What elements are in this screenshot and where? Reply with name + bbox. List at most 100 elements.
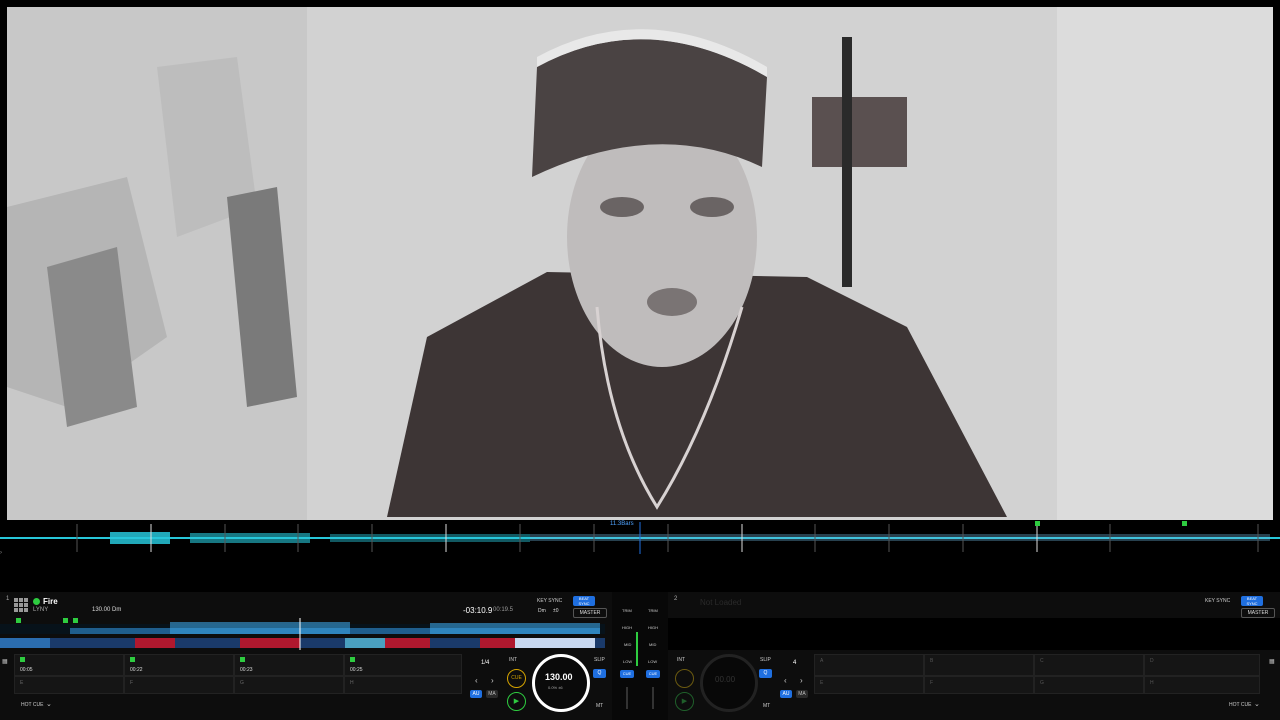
chevron-down-icon[interactable]: ⌄ [1254,700,1260,708]
slip-button[interactable]: SLIP [594,657,605,663]
auto-loop-button[interactable]: AU [780,690,792,698]
int-dropdown[interactable]: INT [677,657,685,663]
hot-cue-letter: E [20,680,24,686]
hot-cue-letter: D [1150,658,1154,664]
key-shift[interactable]: ±0 [553,608,559,614]
manual-loop-button[interactable]: MA [796,690,808,698]
hot-cue-pad-g[interactable]: G [1034,676,1144,694]
hot-cue-time: 00:22 [130,667,143,673]
cue-button[interactable] [675,669,694,688]
hot-cue-pad-b[interactable]: 00:22 [124,654,234,676]
hot-cue-pad-a[interactable]: 00:05 [14,654,124,676]
channel-2-fader[interactable] [652,687,654,709]
quantize-button[interactable]: Q [759,669,772,678]
hot-cue-pad-b[interactable]: B [924,654,1034,676]
hot-cue-mode-dropdown[interactable]: HOT CUE [21,702,43,708]
hot-cue-pad-g[interactable]: G [234,676,344,694]
hot-cue-pad-c[interactable]: 00:23 [234,654,344,676]
loop-size[interactable]: 1/4 [481,660,489,666]
loop-double-icon[interactable]: › [491,676,494,685]
hot-cue-letter: C [1040,658,1044,664]
expand-arrow-icon[interactable]: › [0,550,2,556]
key-value: Dm [538,608,546,614]
waveform-cue-marker[interactable] [16,618,21,623]
master-button[interactable]: MASTER [1241,608,1275,618]
hot-cue-letter: F [930,680,934,686]
beat-sync-button[interactable]: BEAT SYNC [573,596,595,606]
hot-cue-pad-f[interactable]: F [924,676,1034,694]
channel-1-fader[interactable] [626,687,628,709]
hot-cue-letter: B [930,658,934,664]
chevron-down-icon[interactable]: ⌄ [46,700,52,708]
time-remaining: -03:10.9 [463,606,493,615]
hot-cue-time: 00:25 [350,667,363,673]
channel-1-cue-button[interactable]: CUE [620,670,634,678]
hot-cue-pad-c[interactable]: C [1034,654,1144,676]
overview-cue-marker[interactable] [1035,521,1040,526]
hot-cue-pad-h[interactable]: H [344,676,462,694]
hot-cue-pad-a[interactable]: A [814,654,924,676]
manual-loop-button[interactable]: MA [486,690,498,698]
loop-double-icon[interactable]: › [800,676,803,685]
pitch-display: 0.0% ±6 [548,685,563,690]
int-dropdown[interactable]: INT [509,657,517,663]
low-label: LOW [648,659,658,664]
pads-grid-icon[interactable]: ▦ [1269,658,1275,665]
master-tempo-button[interactable]: MT [763,703,770,709]
hot-cue-pad-d[interactable]: 00:25 [344,654,462,676]
hot-cue-time: 00:05 [20,667,33,673]
waveform-cue-marker[interactable] [63,618,68,623]
deck-number: 1 [6,596,10,602]
deck-1-waveform[interactable] [0,618,605,650]
video-frame-image [7,7,1273,520]
beat-sync-button[interactable]: BEAT SYNC [1241,596,1263,606]
hot-cue-color-b [130,657,135,662]
key-sync-button[interactable]: KEY SYNC [1205,598,1230,604]
track-bpm-key: 130.00 Dm [92,607,122,613]
loop-size[interactable]: 4 [793,660,796,666]
bpm-display: 130.00 [545,672,573,682]
hot-cue-letter: G [1040,680,1044,686]
hot-cue-mode-dropdown[interactable]: HOT CUE [1229,702,1251,708]
mid-label: MID [649,642,657,647]
slip-button[interactable]: SLIP [760,657,771,663]
hot-cue-color-c [240,657,245,662]
jog-wheel[interactable]: 00.00 [700,654,758,712]
play-icon[interactable]: ▶ [675,692,694,711]
hot-cue-letter: G [240,680,244,686]
loop-halve-icon[interactable]: ‹ [784,676,787,685]
hot-cue-letter: H [350,680,354,686]
hot-cue-color-a [20,657,25,662]
loop-halve-icon[interactable]: ‹ [475,676,478,685]
overview-cue-marker[interactable] [1182,521,1187,526]
master-button[interactable]: MASTER [573,608,607,618]
play-icon[interactable]: ▶ [507,692,526,711]
hot-cue-letter: H [1150,680,1154,686]
high-label: HIGH [648,625,658,630]
channel-2-cue-button[interactable]: CUE [646,670,660,678]
auto-loop-button[interactable]: AU [470,690,482,698]
hot-cue-pad-f[interactable]: F [124,676,234,694]
deck-2-waveform[interactable] [668,618,1280,650]
hot-cue-pad-e[interactable]: E [14,676,124,694]
master-tempo-button[interactable]: MT [596,703,603,709]
overview-waveform[interactable]: 11.3Bars › [0,520,1280,560]
cue-button[interactable]: CUE [507,669,526,688]
bpm-display: 00.00 [715,675,736,684]
deck-number: 2 [674,596,678,602]
deck-panel: 1 Fire LYNY 130.00 Dm -03:10.9 00:19.5 K… [0,592,1280,720]
waveform-graphic [0,618,605,650]
waveform-cue-marker[interactable] [73,618,78,623]
overview-waveform-graphic [0,522,1280,554]
hot-cue-pad-e[interactable]: E [814,676,924,694]
hot-cue-pad-d[interactable]: D [1144,654,1260,676]
hot-cue-pad-h[interactable]: H [1144,676,1260,694]
pads-grid-icon[interactable]: ▦ [2,658,8,665]
deck-grid-icon[interactable] [14,598,28,612]
hot-cue-letter: E [820,680,824,686]
quantize-button[interactable]: Q [593,669,606,678]
trim-label: TRIM [622,608,632,613]
jog-wheel[interactable]: 130.00 0.0% ±6 [532,654,590,712]
key-sync-button[interactable]: KEY SYNC [537,598,562,604]
track-title: Fire [43,597,58,606]
